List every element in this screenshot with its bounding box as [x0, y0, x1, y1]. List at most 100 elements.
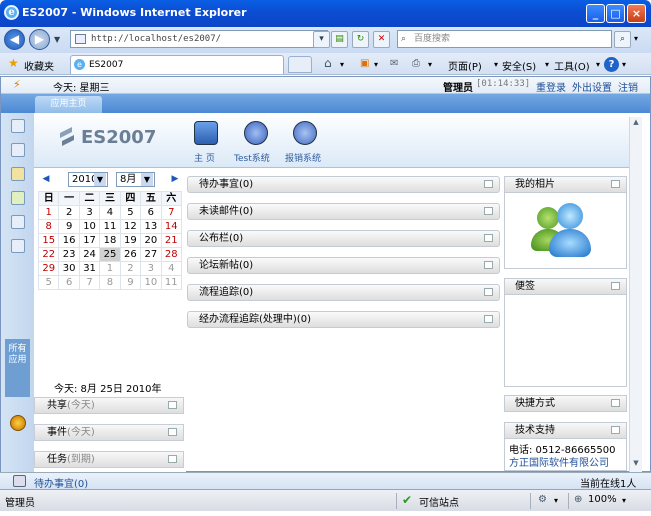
scroll-down-icon[interactable]: ▼	[631, 459, 641, 469]
calendar-day[interactable]: 17	[78, 233, 101, 248]
year-select[interactable]: 2010 ▼	[68, 172, 108, 187]
support-company-link[interactable]: 方正国际软件有限公司	[509, 454, 609, 469]
compatibility-icon[interactable]: ▤	[331, 31, 348, 48]
calendar-day[interactable]: 27	[140, 247, 162, 262]
safety-dropdown-icon[interactable]: ▾	[545, 60, 549, 69]
events-expand-icon[interactable]	[168, 428, 177, 436]
calendar-day[interactable]: 12	[119, 219, 142, 234]
todo-box[interactable]: 待办事宜(0)	[187, 176, 500, 193]
rail-home-icon[interactable]	[11, 119, 25, 133]
print-icon[interactable]: ⎙	[412, 58, 420, 69]
calendar-day[interactable]: 30	[58, 261, 80, 276]
calendar-day[interactable]: 11	[160, 275, 183, 290]
home-system-label[interactable]: 主 页	[194, 151, 215, 164]
expense-system-icon[interactable]	[293, 121, 317, 145]
forward-button[interactable]: ▶	[29, 29, 50, 50]
favorites-star-icon[interactable]: ★	[8, 56, 19, 70]
support-expand-icon[interactable]	[611, 426, 620, 434]
shared-expand-icon[interactable]	[168, 401, 177, 409]
calendar-day[interactable]: 8	[99, 275, 121, 290]
feeds-dropdown-icon[interactable]: ▾	[374, 60, 378, 69]
back-button[interactable]: ◀	[4, 29, 25, 50]
stop-icon[interactable]: ✕	[373, 31, 390, 48]
feeds-icon[interactable]: ▣	[360, 58, 369, 69]
favorites-button[interactable]: 收藏夹	[24, 58, 54, 73]
calendar-day[interactable]: 15	[37, 233, 60, 248]
zoom-level[interactable]: 100%	[588, 494, 617, 505]
todo-bottom-icon[interactable]	[13, 475, 26, 487]
bulletin-expand-icon[interactable]	[484, 234, 493, 242]
calendar-day[interactable]: 10	[78, 219, 101, 234]
calendar-day[interactable]: 13	[140, 219, 162, 234]
expense-system-label[interactable]: 报销系统	[285, 151, 321, 164]
calendar-day[interactable]: 7	[78, 275, 101, 290]
rail-document-icon[interactable]	[11, 143, 25, 157]
search-input[interactable]: ⌕ 百度搜索	[397, 30, 612, 48]
tools-dropdown-icon[interactable]: ▾	[596, 60, 600, 69]
safety-menu[interactable]: 安全(S)	[502, 58, 536, 73]
calendar-day[interactable]: 6	[140, 205, 162, 220]
tasks-expand-icon[interactable]	[168, 455, 177, 463]
calendar-day-today[interactable]: 25	[99, 247, 121, 262]
zoom-icon[interactable]: ⊕	[574, 494, 582, 505]
close-button[interactable]: ×	[627, 4, 646, 23]
tasks-section[interactable]: 任务(到期)	[34, 451, 184, 468]
print-dropdown-icon[interactable]: ▾	[428, 60, 432, 69]
rail-search-icon[interactable]	[11, 215, 25, 229]
bulletin-box[interactable]: 公布栏(0)	[187, 230, 500, 247]
unread-mail-expand-icon[interactable]	[484, 207, 493, 215]
home-dropdown-icon[interactable]: ▾	[340, 60, 344, 69]
search-options-icon[interactable]: ▾	[634, 34, 638, 43]
address-dropdown-icon[interactable]: ▾	[313, 31, 330, 48]
shortcuts-expand-icon[interactable]	[611, 399, 620, 407]
forum-expand-icon[interactable]	[484, 261, 493, 269]
test-system-label[interactable]: Test系统	[234, 151, 270, 164]
user-status-icon[interactable]	[10, 415, 26, 431]
calendar-day[interactable]: 9	[58, 219, 80, 234]
new-tab-button[interactable]	[288, 56, 312, 73]
calendar-day[interactable]: 23	[58, 247, 80, 262]
tab-app-home[interactable]: 应用主页	[35, 96, 102, 113]
protected-mode-icon[interactable]: ⚙	[538, 494, 547, 505]
address-bar[interactable]: http://localhost/es2007/	[70, 30, 328, 48]
forum-box[interactable]: 论坛新帖(0)	[187, 257, 500, 274]
notes-expand-icon[interactable]	[611, 282, 620, 290]
calendar-day[interactable]: 14	[160, 219, 183, 234]
relogin-link[interactable]: 重登录	[536, 79, 566, 94]
rail-mail-icon[interactable]	[11, 191, 25, 205]
tools-menu[interactable]: 工具(O)	[554, 58, 590, 73]
calendar-day[interactable]: 4	[99, 205, 121, 220]
history-dropdown-icon[interactable]: ▼	[54, 35, 60, 44]
logout-link[interactable]: 注销	[618, 79, 638, 94]
calendar-day[interactable]: 22	[37, 247, 60, 262]
all-apps-button[interactable]: 所有应用	[5, 339, 30, 397]
shared-section[interactable]: 共享(今天)	[34, 397, 184, 414]
vertical-scrollbar[interactable]: ▲ ▼	[629, 117, 642, 472]
home-system-icon[interactable]	[194, 121, 218, 145]
minimize-button[interactable]: _	[586, 4, 605, 23]
calendar-day[interactable]: 6	[58, 275, 80, 290]
calendar-day[interactable]: 10	[140, 275, 162, 290]
calendar-day[interactable]: 29	[37, 261, 60, 276]
help-button[interactable]: ?	[604, 57, 619, 72]
security-zone[interactable]: 可信站点	[419, 494, 459, 509]
mail-icon[interactable]: ✉	[390, 58, 398, 69]
browser-tab[interactable]: e ES2007	[70, 55, 284, 74]
todo-box-expand-icon[interactable]	[484, 180, 493, 188]
test-system-icon[interactable]	[244, 121, 268, 145]
handled-flow-expand-icon[interactable]	[484, 315, 493, 323]
calendar-day[interactable]: 2	[58, 205, 80, 220]
calendar-day[interactable]: 7	[160, 205, 183, 220]
events-section[interactable]: 事件(今天)	[34, 424, 184, 441]
page-menu[interactable]: 页面(P)	[448, 58, 482, 73]
calendar-day[interactable]: 11	[99, 219, 121, 234]
calendar-day[interactable]: 24	[78, 247, 101, 262]
protected-dropdown-icon[interactable]: ▾	[554, 496, 558, 505]
calendar-day[interactable]: 8	[37, 219, 60, 234]
calendar-day[interactable]: 21	[160, 233, 183, 248]
calendar-day[interactable]: 1	[37, 205, 60, 220]
handled-flow-box[interactable]: 经办流程追踪(处理中)(0)	[187, 311, 500, 328]
refresh-icon[interactable]: ↻	[352, 31, 369, 48]
flow-tracking-expand-icon[interactable]	[484, 288, 493, 296]
rail-chart-icon[interactable]	[11, 167, 25, 181]
